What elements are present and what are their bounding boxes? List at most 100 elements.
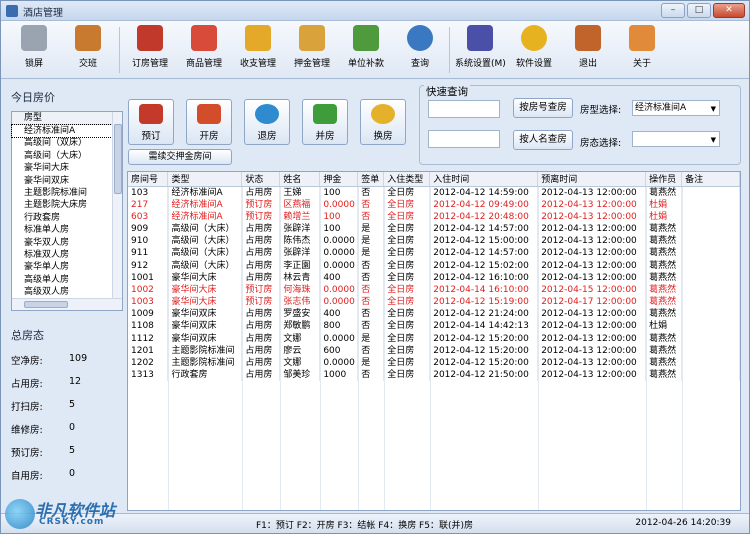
column-header[interactable]: 签单: [357, 172, 385, 187]
toolbar-label: 押金管理: [293, 59, 330, 69]
checkout-button[interactable]: 退房: [244, 99, 290, 145]
list-item[interactable]: 豪华双人房: [12, 237, 112, 249]
table-row[interactable]: 1201 主题影院标准间 占用房 廖云 600 否全日房 2012-04-12 15:20:…: [128, 344, 740, 357]
table-cell: 400: [319, 308, 359, 321]
list-item[interactable]: 高级间（大床）: [12, 150, 112, 162]
table-cell: 高级间（大床）: [167, 235, 243, 248]
merge-room-button[interactable]: 并房: [302, 99, 348, 145]
stat-label: 占用房:: [11, 379, 43, 390]
toolbar-deposit-button[interactable]: 押金管理: [287, 25, 337, 75]
list-item[interactable]: 豪华单人房: [12, 261, 112, 273]
column-header[interactable]: 押金: [319, 172, 359, 187]
table-row[interactable]: 1003 豪华间大床 预订房 张志伟 0.0000 否全日房 2012-04-12 15:1…: [128, 296, 740, 309]
vertical-scrollbar[interactable]: [112, 112, 122, 298]
table-cell: 廖云: [279, 344, 321, 357]
table-cell: 全日房: [383, 369, 431, 382]
toolbar-label: 查询: [410, 59, 429, 69]
toolbar-query-button[interactable]: 查询: [395, 25, 445, 75]
table-row[interactable]: 1108 豪华间双床 占用房 郑敏鹏 800 否全日房 2012-04-14 14:42:1…: [128, 320, 740, 333]
toolbar-exit-button[interactable]: 退出: [563, 25, 613, 75]
table-row[interactable]: 911 高级间（大床） 占用房 张辟洋 0.0000 是全日房 2012-04-12 14:…: [128, 247, 740, 260]
table-row[interactable]: 1001 豪华间大床 占用房 林云青 400 否全日房 2012-04-12 16:10:0…: [128, 271, 740, 284]
table-cell: 2012-04-13 12:00:00: [537, 332, 647, 345]
column-header[interactable]: 入住时间: [429, 172, 539, 187]
column-header[interactable]: 操作员: [645, 172, 683, 187]
list-item[interactable]: 高级双人房: [12, 286, 112, 298]
room-number-input[interactable]: [428, 100, 500, 118]
table-row[interactable]: 909 高级间（大床） 占用房 张辟洋 100 是全日房 2012-04-12 14:57:…: [128, 222, 740, 236]
toolbar-lock-button[interactable]: 锁屏: [9, 25, 59, 75]
checkout-label: 退房: [257, 131, 277, 142]
search-by-room-button[interactable]: 按房号查房: [513, 98, 573, 118]
column-header[interactable]: 房间号: [128, 172, 169, 187]
table-row[interactable]: 217 经济标准间A 预订房 区燕福 0.0000 否全日房 2012-04-12 09:4…: [128, 198, 740, 211]
toolbar-software-settings-button[interactable]: 软件设置: [509, 25, 559, 75]
table-cell: 主题影院标准间: [167, 344, 243, 357]
table-row[interactable]: 1009 豪华间双床 占用房 罗盛安 400 否全日房 2012-04-12 21:24:0…: [128, 308, 740, 321]
scroll-thumb[interactable]: [24, 301, 68, 308]
list-item[interactable]: 豪华间双床: [12, 175, 112, 187]
continue-deposit-button[interactable]: 需续交押金房间: [128, 149, 232, 165]
table-cell: 预订房: [241, 283, 281, 296]
minimize-button[interactable]: –: [661, 3, 685, 18]
table-row[interactable]: 912 高级间（大床） 占用房 李正園 0.0000 否全日房 2012-04-12 15:…: [128, 259, 740, 272]
list-item[interactable]: 标准单人房: [12, 224, 112, 236]
list-item[interactable]: 豪华间大床: [12, 162, 112, 174]
list-item[interactable]: 行政套房: [12, 212, 112, 224]
toolbar-unit-pay-button[interactable]: 单位补款: [341, 25, 391, 75]
table-row[interactable]: 1002 豪华间大床 预订房 何海珠 0.0000 否全日房 2012-04-14 16:1…: [128, 283, 740, 296]
table-cell: 邹美珍: [279, 369, 321, 382]
table-cell: 0.0000: [319, 247, 359, 260]
table-row[interactable]: 1112 豪华间双床 占用房 文娜 0.0000 是全日房 2012-04-12 15:20…: [128, 332, 740, 345]
list-item[interactable]: 主题影院大床房: [12, 199, 112, 211]
column-header[interactable]: 类型: [167, 172, 243, 187]
room-type-list[interactable]: 房型 经济标准间A 高级间（双床） 高级间（大床） 豪华间大床 豪华间双床 主题…: [11, 111, 123, 311]
table-cell: 2012-04-13 12:00:00: [537, 198, 647, 211]
stat-label: 打扫房:: [11, 402, 43, 413]
room-type-select[interactable]: 经济标准间A ▼: [632, 100, 720, 116]
main-window: 酒店管理 – □ ✕ 锁屏 交班 订房管理 商品管理 收支管理 押金管理 单位补…: [0, 0, 750, 534]
room-status-select[interactable]: ▼: [632, 131, 720, 147]
list-item[interactable]: 主题影院标准间: [12, 187, 112, 199]
table-row[interactable]: 103 经济标准间A 占用房 王娣 100 否全日房 2012-04-12 14:59:00…: [128, 186, 740, 199]
table-cell: 区燕福: [279, 198, 321, 211]
column-header[interactable]: 入住类型: [383, 172, 431, 187]
table-cell: 是: [357, 332, 385, 345]
table-cell: 否: [357, 198, 385, 211]
people-icon: [313, 104, 337, 124]
toolbar-payment-button[interactable]: 收支管理: [233, 25, 283, 75]
table-row[interactable]: 1313 行政套房 占用房 邹美珍 1000 否全日房 2012-04-12 21:50:0…: [128, 369, 740, 382]
table-cell: 占用房: [241, 356, 281, 370]
scroll-thumb[interactable]: [114, 124, 122, 194]
guest-name-input[interactable]: [428, 130, 500, 148]
toolbar-booking-button[interactable]: 订房管理: [125, 25, 175, 75]
table-cell: 占用房: [241, 308, 281, 321]
column-header[interactable]: 预离时间: [537, 172, 647, 187]
toolbar-shift-button[interactable]: 交班: [63, 25, 113, 75]
table-row[interactable]: 603 经济标准间A 预订房 赖增兰 100 否全日房 2012-04-12 20:48:0…: [128, 210, 740, 223]
table-cell: 0.0000: [319, 198, 359, 211]
table-cell: 2012-04-12 20:48:00: [429, 210, 539, 223]
table-row[interactable]: 910 高级间（大床） 占用房 陈伟杰 0.0000 是全日房 2012-04-12 15:…: [128, 235, 740, 248]
search-by-name-button[interactable]: 按人名查房: [513, 130, 573, 150]
list-item[interactable]: 标准双人房: [12, 249, 112, 261]
change-room-button[interactable]: 换房: [360, 99, 406, 145]
list-item[interactable]: 经济标准间A: [11, 123, 113, 139]
column-header[interactable]: 备注: [681, 172, 740, 187]
horizontal-scrollbar[interactable]: [12, 298, 122, 310]
open-room-button[interactable]: 开房: [186, 99, 232, 145]
list-item[interactable]: 高级间（双床）: [12, 137, 112, 149]
column-header[interactable]: 姓名: [279, 172, 321, 187]
table-row[interactable]: 1202 主题影院标准间 占用房 文娜 0.0000 是全日房 2012-04-12 15:…: [128, 356, 740, 370]
toolbar-system-settings-button[interactable]: 系统设置(M): [455, 25, 506, 75]
room-table: 房间号 类型 状态 姓名 押金 签单 入住类型 入住时间 预离时间 操作员 备注…: [128, 172, 740, 382]
column-header[interactable]: 状态: [241, 172, 281, 187]
toolbar-goods-button[interactable]: 商品管理: [179, 25, 229, 75]
maximize-button[interactable]: □: [687, 3, 711, 18]
table-cell: 全日房: [383, 198, 431, 211]
close-button[interactable]: ✕: [713, 3, 745, 18]
list-item[interactable]: 高级单人房: [12, 274, 112, 286]
toolbar-about-button[interactable]: 关于: [617, 25, 667, 75]
table-cell: 1202: [128, 356, 169, 370]
book-button[interactable]: 预订: [128, 99, 174, 145]
